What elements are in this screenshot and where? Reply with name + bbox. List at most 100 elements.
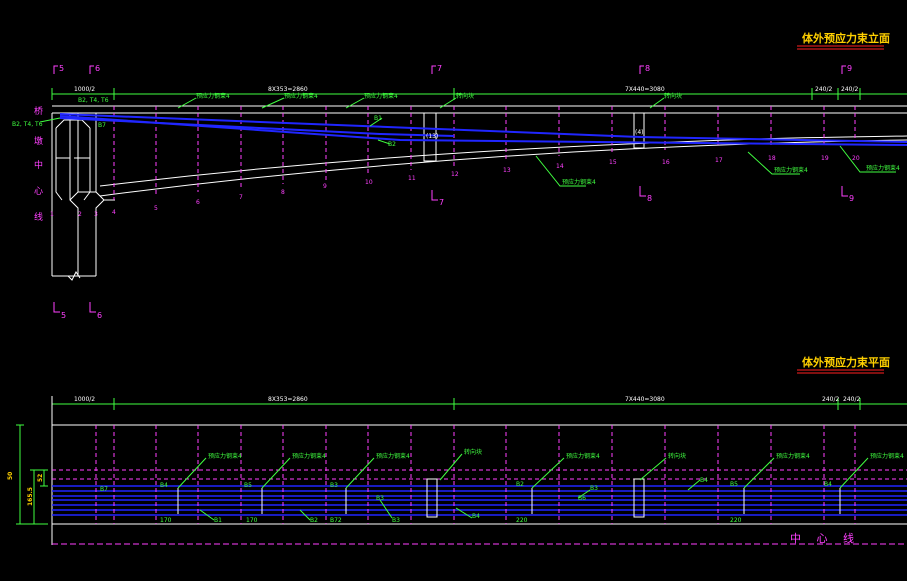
spacing-label: 220 — [516, 517, 528, 524]
section-label: 9 — [847, 64, 852, 73]
node-number: 8 — [281, 189, 285, 196]
dimension-text: 8X353=2860 — [268, 86, 308, 93]
tendon-label: B3 — [590, 485, 598, 492]
spacing-label: B6 — [578, 495, 586, 502]
diaphragm-blocks — [423, 112, 645, 162]
dimension-text: 1000/2 — [74, 396, 95, 403]
spacing-label: B4 — [472, 513, 480, 520]
tendon-label: B4 — [160, 482, 168, 489]
node-number: 7 — [239, 194, 243, 201]
tendon-note: 预应力钢束4 — [870, 452, 904, 460]
node-numbers: 1 2 3 4 5 6 7 8 9 10 11 12 13 14 15 16 1… — [50, 155, 860, 218]
node-number: 11 — [408, 175, 416, 182]
tendon-note: 预应力钢束4 — [866, 164, 900, 172]
tendon-label: B5 — [244, 482, 252, 489]
tendon-note: 转向块 — [456, 92, 474, 100]
tendon-label: (13) — [426, 133, 438, 140]
dimension-text: 240/2 — [841, 86, 858, 93]
tendon-note: 预应力钢束4 — [566, 452, 600, 460]
tendon-label: B3 — [330, 482, 338, 489]
tendon-label: B5 — [730, 481, 738, 488]
dimension-text: 240/2 — [843, 396, 860, 403]
node-number: 19 — [821, 155, 829, 162]
tendon-note: 转向块 — [668, 452, 686, 460]
tendon-note: 转向块 — [664, 92, 682, 100]
plan-segment-dividers — [95, 425, 856, 524]
plan-dimension-line — [51, 398, 907, 410]
section-label: 7 — [437, 64, 442, 73]
center-line-label: 中 心 线 — [790, 531, 860, 545]
tendon-note: 预应力钢束4 — [774, 166, 808, 174]
tendon-label: B3 — [376, 495, 384, 502]
section-label: 5 — [59, 64, 64, 73]
tendon-label: B1 — [374, 115, 382, 122]
pier-center-char: 墩 — [34, 135, 43, 147]
tendon-note: 预应力钢束4 — [776, 452, 810, 460]
section-marks-top — [53, 65, 848, 313]
node-number: 1 — [50, 211, 54, 218]
tendon-note: 预应力钢束4 — [292, 452, 326, 460]
dimension-text: 165.5 — [27, 487, 34, 506]
node-number: 10 — [365, 179, 373, 186]
node-number: 17 — [715, 157, 723, 164]
node-number: 4 — [112, 209, 116, 216]
spacing-label: 170 — [246, 517, 258, 524]
prestress-tendons — [59, 113, 907, 146]
plan-title: 体外预应力束平面 — [802, 355, 890, 369]
pier-center-char: 中 — [34, 159, 43, 171]
dimension-text: 240/2 — [822, 396, 839, 403]
section-label: 6 — [97, 311, 102, 320]
node-number: 14 — [556, 163, 564, 170]
section-label: 8 — [645, 64, 650, 73]
tendon-label: (4) — [635, 129, 644, 136]
dimension-text: 52 — [37, 474, 44, 482]
tendon-note: 转向块 — [464, 448, 482, 456]
dimension-text: 1000/2 — [74, 86, 95, 93]
spacing-label: B72 — [330, 517, 342, 524]
node-number: 6 — [196, 199, 200, 206]
section-label: 9 — [849, 194, 854, 203]
node-number: 15 — [609, 159, 617, 166]
tendon-label: B7 — [100, 486, 108, 493]
pier-center-char: 线 — [34, 211, 43, 223]
tendon-note: 预应力钢束4 — [364, 92, 398, 100]
spacing-label: B3 — [392, 517, 400, 524]
dimension-text: 8X353=2860 — [268, 396, 308, 403]
anchor-label: B2, T4, T6 — [78, 97, 109, 104]
spacing-label: 220 — [730, 517, 742, 524]
node-number: 9 — [323, 183, 327, 190]
tendon-note: 预应力钢束4 — [562, 178, 596, 186]
section-label: 7 — [439, 198, 444, 207]
drawing-canvas: 体外预应力束立面 体外预应力束平面 5 6 7 8 9 5 6 7 8 9 10… — [7, 31, 907, 545]
tendon-label: B4 — [824, 481, 832, 488]
node-number: 5 — [154, 205, 158, 212]
node-number: 3 — [94, 211, 98, 218]
anchor-label: B7 — [98, 122, 106, 129]
node-number: 12 — [451, 171, 459, 178]
tendon-note: 预应力钢束4 — [208, 452, 242, 460]
section-label: 5 — [61, 311, 66, 320]
spacing-label: 170 — [160, 517, 172, 524]
tendon-note: 预应力钢束4 — [196, 92, 230, 100]
spacing-label: B1 — [214, 517, 222, 524]
dimension-text: 7X440=3080 — [625, 86, 665, 93]
dimension-text: 240/2 — [815, 86, 832, 93]
elevation-dimension-line — [51, 88, 907, 100]
pier-center-char: 心 — [34, 186, 43, 197]
tendon-note: 预应力钢束4 — [284, 92, 318, 100]
section-label: 8 — [647, 194, 652, 203]
plan-tendons — [52, 485, 907, 516]
elevation-title: 体外预应力束立面 — [802, 31, 890, 45]
spacing-label: B2 — [310, 517, 318, 524]
pier-center-char: 桥 — [34, 105, 43, 117]
tendon-label: B2 — [388, 141, 396, 148]
dimension-text: 7X440=3080 — [625, 396, 665, 403]
tendon-note: 预应力钢束4 — [376, 452, 410, 460]
node-number: 20 — [852, 155, 860, 162]
dimension-text: 50 — [7, 472, 14, 480]
tendon-label: B4 — [700, 477, 708, 484]
node-number: 16 — [662, 159, 670, 166]
leader-line — [39, 117, 61, 123]
tendon-label: B2 — [516, 481, 524, 488]
section-label: 6 — [95, 64, 100, 73]
